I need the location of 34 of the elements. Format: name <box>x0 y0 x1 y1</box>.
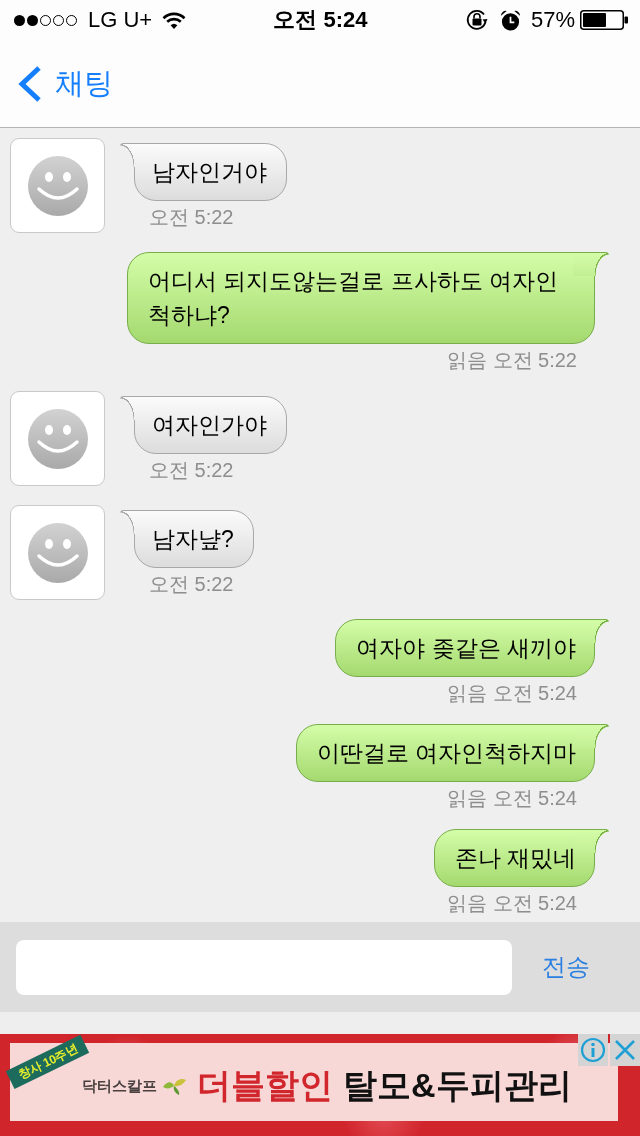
battery-icon <box>580 10 628 30</box>
back-button[interactable]: 채팅 <box>16 63 113 104</box>
smiley-avatar-icon <box>10 505 105 600</box>
leaf-logo-icon <box>161 1077 187 1095</box>
signal-icon <box>13 13 79 27</box>
close-icon[interactable] <box>610 1034 640 1066</box>
read-receipt: 읽음 오전 5:24 <box>446 891 577 915</box>
read-receipt: 읽음 오전 5:24 <box>446 681 577 705</box>
ad-tagline: 탈모&두피관리 <box>343 1065 572 1106</box>
smiley-avatar-icon <box>10 391 105 486</box>
send-button[interactable]: 전송 <box>542 951 590 983</box>
wifi-icon <box>162 11 187 29</box>
timestamp: 오전 5:22 <box>149 458 234 482</box>
chevron-left-icon <box>16 64 43 103</box>
message-bubble: 여자야 좆같은 새끼야 <box>335 619 609 677</box>
rotation-lock-icon <box>464 8 489 32</box>
status-time: 오전 5:24 <box>273 6 368 34</box>
message-bubble: 남자인거야 <box>120 143 287 201</box>
timestamp: 오전 5:22 <box>149 205 234 229</box>
message-bubble: 여자인가야 <box>120 396 287 454</box>
battery-percent: 57% <box>530 7 575 33</box>
carrier-name: LG U+ <box>88 7 153 33</box>
message-bubble: 어디서 되지도않는걸로 프사하도 여자인 척하냐? <box>127 252 609 344</box>
info-icon[interactable] <box>578 1034 608 1066</box>
read-receipt: 읽음 오전 5:24 <box>446 786 577 810</box>
message-bubble: 이딴걸로 여자인척하지마 <box>295 724 609 782</box>
timestamp: 오전 5:22 <box>149 572 234 596</box>
message-bubble: 존나 재밌네 <box>433 829 609 887</box>
message-bubble: 남자냪? <box>120 510 254 568</box>
alarm-clock-icon <box>499 9 521 31</box>
message-input-field[interactable] <box>16 939 512 995</box>
ad-headline: 더블할인 <box>197 1065 333 1106</box>
smiley-avatar-icon <box>10 138 105 233</box>
read-receipt: 읽음 오전 5:22 <box>446 348 577 372</box>
